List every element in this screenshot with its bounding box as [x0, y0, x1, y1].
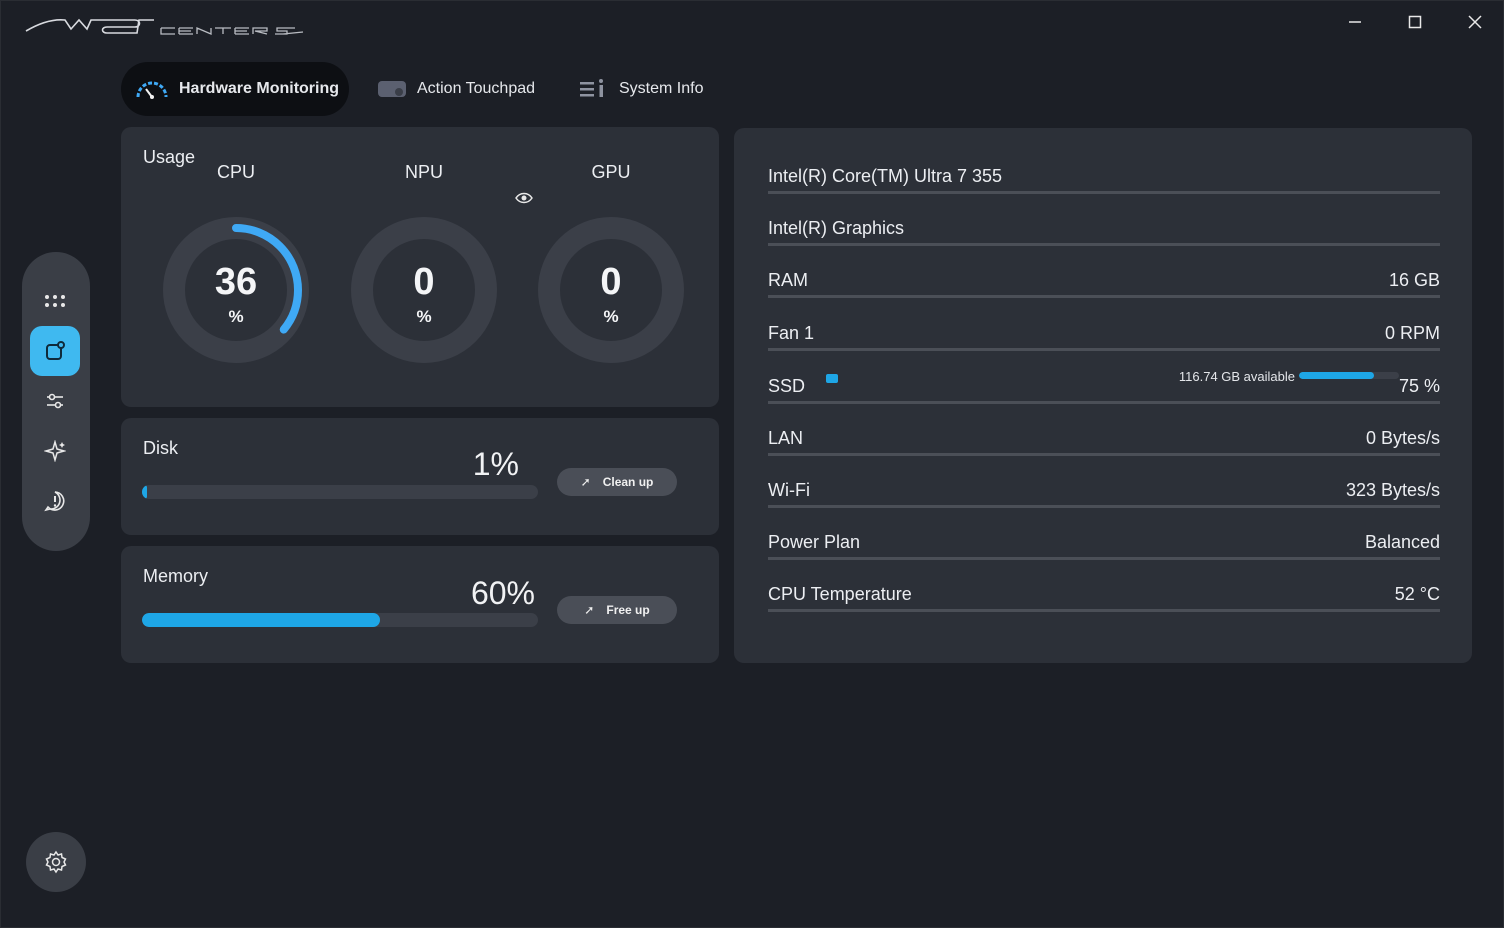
settings-button[interactable] — [26, 832, 86, 892]
tab-system-info[interactable]: System Info — [577, 62, 703, 116]
info-value: 0 RPM — [1384, 323, 1440, 343]
gpu-gauge: 0 % — [536, 215, 686, 365]
info-row-lan: LAN 0 Bytes/s — [768, 404, 1440, 456]
sliders-icon — [47, 393, 63, 409]
info-row-graphics: Intel(R) Graphics — [768, 194, 1440, 246]
info-value: 323 Bytes/s — [1345, 480, 1440, 500]
close-icon — [1468, 15, 1482, 29]
sidenav-feature[interactable] — [30, 326, 80, 376]
npu-gauge: 0 % — [349, 215, 499, 365]
info-row-cpu: Intel(R) Core(TM) Ultra 7 355 — [768, 142, 1440, 194]
tab-label: Hardware Monitoring — [179, 80, 340, 97]
sparkle-icon — [44, 440, 66, 462]
system-info-icon — [577, 77, 611, 101]
npu-usage-value: 0 — [413, 261, 435, 303]
tab-label: System Info — [619, 80, 704, 97]
info-key: Power Plan — [768, 532, 861, 552]
memory-usage-bar — [142, 613, 538, 627]
minimize-button[interactable] — [1333, 9, 1377, 35]
cpu-usage-unit: % — [228, 307, 244, 326]
disk-percent: 1% — [472, 446, 519, 482]
gpu-usage-value: 0 — [600, 261, 622, 303]
memory-title: Memory — [143, 566, 209, 586]
usage-title: Usage — [143, 147, 196, 167]
side-navigation — [22, 252, 90, 551]
arrow-up-icon: ➚ — [580, 475, 591, 489]
cpu-label: CPU — [216, 162, 255, 182]
info-value: 0 Bytes/s — [1365, 428, 1440, 448]
info-key: Fan 1 — [768, 323, 815, 343]
gpu-label: GPU — [591, 162, 631, 182]
info-row-fan: Fan 1 0 RPM — [768, 299, 1440, 351]
info-key: SSD — [768, 376, 806, 396]
free-up-button[interactable]: ➚ Free up — [557, 596, 677, 624]
sidenav-sparkle[interactable] — [30, 426, 80, 476]
eye-icon[interactable] — [515, 190, 533, 206]
ssd-indicator — [826, 374, 838, 383]
info-key: LAN — [768, 428, 804, 448]
sidenav-apps[interactable] — [30, 276, 80, 326]
info-value: 75 % — [1398, 376, 1440, 396]
maximize-icon — [1408, 15, 1422, 29]
npu-usage-unit: % — [416, 307, 432, 326]
cpu-gauge: 36 % — [161, 215, 311, 365]
info-value: 16 GB — [1388, 270, 1440, 290]
info-key: RAM — [768, 270, 808, 290]
speedometer-icon — [135, 77, 169, 101]
info-key: Wi-Fi — [768, 480, 810, 500]
touchpad-icon — [375, 77, 409, 101]
tab-label: Action Touchpad — [417, 80, 536, 97]
cpu-usage-value: 36 — [214, 261, 258, 303]
info-key: CPU Temperature — [768, 584, 912, 604]
clean-up-label: Clean up — [602, 475, 654, 489]
info-key: Intel(R) Core(TM) Ultra 7 355 — [768, 166, 1003, 186]
gpu-usage-unit: % — [603, 307, 619, 326]
info-value: Balanced — [1364, 532, 1440, 552]
info-row-wifi: Wi-Fi 323 Bytes/s — [768, 456, 1440, 508]
memory-usage-fill — [142, 613, 380, 627]
arrow-up-icon: ➚ — [584, 603, 595, 617]
disk-usage-bar — [142, 485, 538, 499]
ssd-usage-fill — [1299, 372, 1374, 379]
tab-action-touchpad[interactable]: Action Touchpad — [375, 62, 535, 116]
info-row-power-plan: Power Plan Balanced — [768, 508, 1440, 560]
tab-hardware-monitoring[interactable]: Hardware Monitoring — [121, 62, 349, 116]
info-key: Intel(R) Graphics — [768, 218, 905, 238]
ssd-usage-bar — [1299, 372, 1399, 379]
feature-icon — [46, 341, 65, 360]
sidenav-sliders[interactable] — [30, 376, 80, 426]
sidenav-support[interactable] — [30, 476, 80, 526]
gear-icon — [45, 850, 67, 874]
minimize-icon — [1349, 21, 1361, 23]
clean-up-button[interactable]: ➚ Clean up — [557, 468, 677, 496]
memory-percent: 60% — [470, 575, 535, 611]
maximize-button[interactable] — [1393, 9, 1437, 35]
support-icon — [44, 491, 65, 512]
ssd-available: 116.74 GB available — [1178, 369, 1295, 384]
close-button[interactable] — [1453, 9, 1497, 35]
info-value: 52 °C — [1394, 584, 1440, 604]
info-row-cpu-temp: CPU Temperature 52 °C — [768, 560, 1440, 612]
apps-grid-icon — [45, 295, 65, 307]
free-up-label: Free up — [606, 603, 650, 617]
msi-center-logo — [25, 18, 304, 35]
info-row-ram: RAM 16 GB — [768, 246, 1440, 298]
app-window: Hardware Monitoring Action Touchpad Syst… — [0, 0, 1504, 928]
npu-label: NPU — [404, 162, 443, 182]
disk-title: Disk — [143, 438, 178, 458]
